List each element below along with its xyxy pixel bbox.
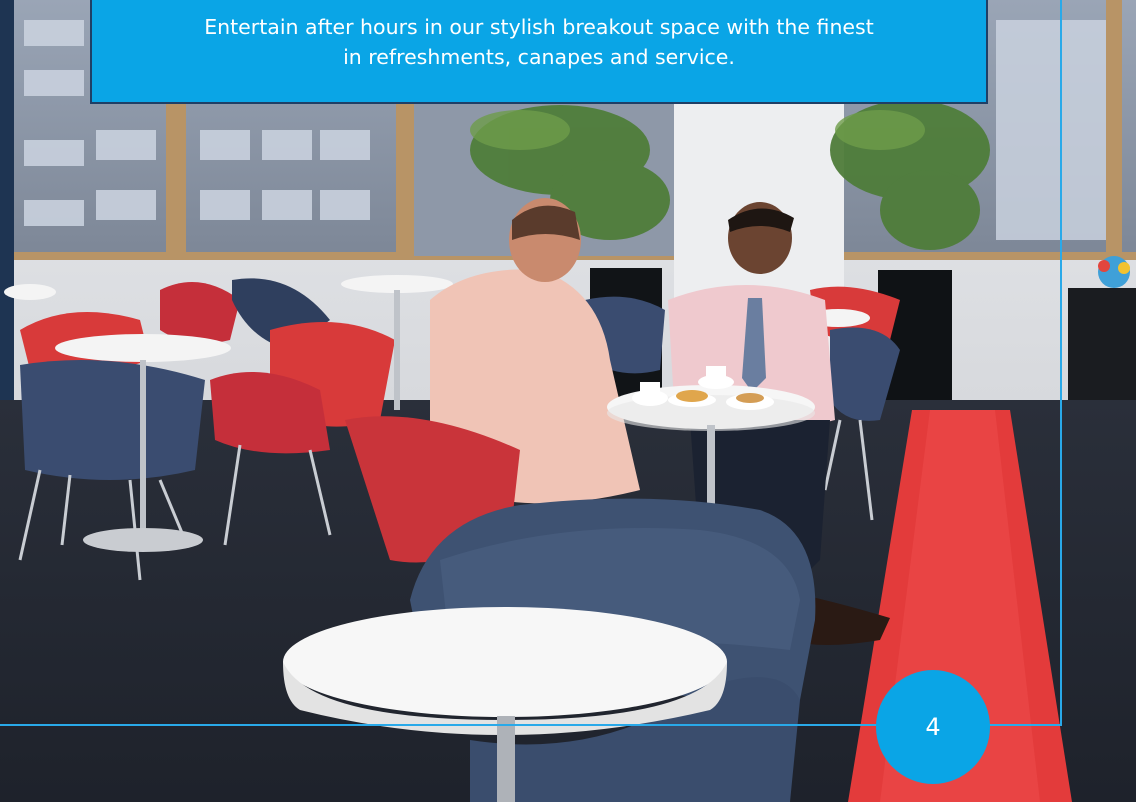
page-number: 4: [925, 713, 941, 741]
caption-box: Entertain after hours in our stylish bre…: [90, 0, 988, 104]
caption-line-2: in refreshments, canapes and service.: [343, 45, 735, 69]
caption-line-1: Entertain after hours in our stylish bre…: [204, 15, 874, 39]
frame-line-vertical: [1060, 0, 1062, 726]
brochure-page: Entertain after hours in our stylish bre…: [0, 0, 1136, 802]
page-number-badge: 4: [876, 670, 990, 784]
